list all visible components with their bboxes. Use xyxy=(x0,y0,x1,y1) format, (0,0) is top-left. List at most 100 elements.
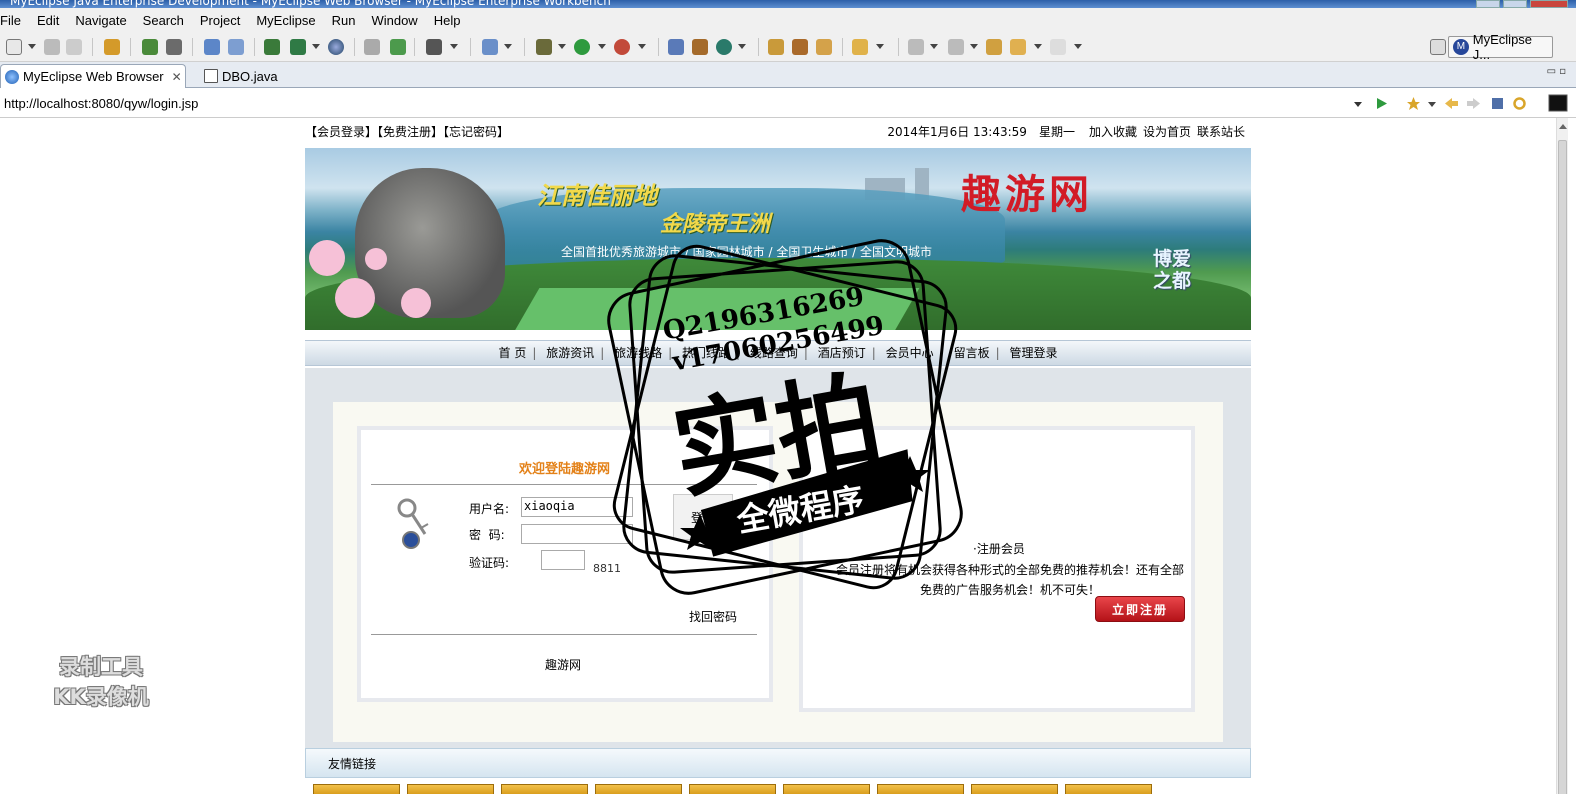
refresh-icon[interactable] xyxy=(1512,96,1527,111)
chevron-down-icon[interactable] xyxy=(598,44,606,49)
menu-search[interactable]: Search xyxy=(135,13,192,28)
open-perspective-icon[interactable] xyxy=(482,39,498,55)
nav-travel-news[interactable]: 旅游资讯 xyxy=(542,346,598,360)
tab-web-browser[interactable]: MyEclipse Web Browser ✕ xyxy=(0,64,186,88)
chevron-down-icon[interactable] xyxy=(876,44,884,49)
chevron-down-icon[interactable] xyxy=(1354,102,1362,107)
menu-file[interactable]: File xyxy=(0,13,29,28)
minimize-button[interactable] xyxy=(1476,0,1500,8)
server-icon[interactable] xyxy=(166,39,182,55)
site-top-line: 【会员登录】【免费注册】【忘记密码】 2014年1月6日 13:43:59 星期… xyxy=(305,123,1251,141)
folder-icon[interactable] xyxy=(852,39,868,55)
next-annotation-icon[interactable] xyxy=(908,39,924,55)
register-title: ·注册会员 xyxy=(973,542,1025,556)
run-icon[interactable] xyxy=(574,39,590,55)
set-homepage-link[interactable]: 设为首页 xyxy=(1143,123,1191,140)
open-type-icon[interactable] xyxy=(768,39,784,55)
forward-icon[interactable] xyxy=(1050,39,1066,55)
chevron-down-icon[interactable] xyxy=(930,44,938,49)
tab-label: DBO.java xyxy=(222,68,278,84)
chevron-down-icon[interactable] xyxy=(312,44,320,49)
stop-icon[interactable] xyxy=(1490,96,1505,111)
close-window-button[interactable] xyxy=(1530,0,1568,8)
nav-home[interactable]: 首 页 xyxy=(495,346,531,360)
back-arrow-icon[interactable] xyxy=(1444,96,1459,111)
new-class-icon[interactable] xyxy=(668,39,684,55)
toolbar-separator xyxy=(130,38,131,56)
menu-project[interactable]: Project xyxy=(192,13,248,28)
debug-icon[interactable] xyxy=(536,39,552,55)
contact-admin-link[interactable]: 联系站长 xyxy=(1197,123,1245,140)
chevron-down-icon[interactable] xyxy=(970,44,978,49)
chevron-down-icon[interactable] xyxy=(504,44,512,49)
chevron-down-icon[interactable] xyxy=(450,44,458,49)
maximize-button[interactable] xyxy=(1503,0,1527,8)
friend-link[interactable] xyxy=(877,784,964,794)
menu-myeclipse[interactable]: MyEclipse xyxy=(248,13,323,28)
prev-annotation-icon[interactable] xyxy=(948,39,964,55)
friend-link[interactable] xyxy=(689,784,776,794)
friend-link[interactable] xyxy=(783,784,870,794)
menu-edit[interactable]: Edit xyxy=(29,13,67,28)
chevron-down-icon[interactable] xyxy=(738,44,746,49)
menu-run[interactable]: Run xyxy=(324,13,364,28)
hierarchy-icon[interactable] xyxy=(264,39,280,55)
print-icon[interactable] xyxy=(66,39,82,55)
open-perspective-icon[interactable] xyxy=(1430,39,1446,55)
go-icon[interactable] xyxy=(1374,96,1389,111)
url-input[interactable]: http://localhost:8080/qyw/login.jsp xyxy=(0,93,1366,115)
java-file-icon[interactable] xyxy=(290,39,306,55)
view-controls[interactable]: ▭ ▫ xyxy=(1547,66,1566,77)
hand-icon[interactable] xyxy=(364,39,380,55)
scroll-up-icon[interactable] xyxy=(1559,124,1567,129)
friend-link[interactable] xyxy=(595,784,682,794)
deploy-icon[interactable] xyxy=(204,39,220,55)
find-password-link[interactable]: 找回密码 xyxy=(689,608,737,625)
chevron-down-icon[interactable] xyxy=(638,44,646,49)
add-icon[interactable] xyxy=(390,39,406,55)
external-tools-icon[interactable] xyxy=(614,39,630,55)
friend-link[interactable] xyxy=(1065,784,1152,794)
friend-link[interactable] xyxy=(407,784,494,794)
back-icon[interactable] xyxy=(1010,39,1026,55)
globe-icon[interactable] xyxy=(328,39,344,55)
chevron-down-icon[interactable] xyxy=(1074,44,1082,49)
new-package-icon[interactable] xyxy=(692,39,708,55)
chevron-down-icon[interactable] xyxy=(28,44,36,49)
register-now-button[interactable]: 立即注册 xyxy=(1095,596,1185,622)
tab-dbo-java[interactable]: DBO.java xyxy=(200,64,300,88)
add-favorite-link[interactable]: 加入收藏 xyxy=(1089,123,1137,140)
captcha-input[interactable] xyxy=(541,550,585,570)
perspective-switcher[interactable]: M MyEclipse J... xyxy=(1448,32,1553,62)
friend-link[interactable] xyxy=(501,784,588,794)
new-icon[interactable] xyxy=(6,39,22,55)
chevron-down-icon[interactable] xyxy=(1034,44,1042,49)
close-icon[interactable]: ✕ xyxy=(172,70,182,84)
chevron-down-icon[interactable] xyxy=(1428,102,1436,107)
favorites-icon[interactable] xyxy=(1406,96,1421,111)
forward-arrow-icon[interactable] xyxy=(1466,96,1481,111)
myeclipse-icon: M xyxy=(1453,39,1469,55)
menu-bar: File Edit Navigate Search Project MyEcli… xyxy=(0,8,1576,32)
pin-icon[interactable] xyxy=(792,39,808,55)
menu-help[interactable]: Help xyxy=(426,13,469,28)
chevron-down-icon[interactable] xyxy=(558,44,566,49)
friend-links-row xyxy=(313,784,1152,794)
save-icon[interactable] xyxy=(44,39,60,55)
undeploy-icon[interactable] xyxy=(228,39,244,55)
friend-link[interactable] xyxy=(971,784,1058,794)
nav-admin-login[interactable]: 管理登录 xyxy=(1005,346,1061,360)
friend-link[interactable] xyxy=(313,784,400,794)
vertical-scrollbar[interactable] xyxy=(1556,118,1568,794)
open-task-icon[interactable] xyxy=(816,39,832,55)
last-edit-icon[interactable] xyxy=(986,39,1002,55)
package-icon[interactable] xyxy=(104,39,120,55)
screen-icon[interactable] xyxy=(426,39,442,55)
menu-navigate[interactable]: Navigate xyxy=(67,13,134,28)
refresh-icon[interactable] xyxy=(716,39,732,55)
scrollbar-thumb[interactable] xyxy=(1558,140,1567,794)
menu-window[interactable]: Window xyxy=(363,13,425,28)
console-icon[interactable] xyxy=(1548,94,1568,112)
bug-icon[interactable] xyxy=(142,39,158,55)
member-links[interactable]: 【会员登录】【免费注册】【忘记密码】 xyxy=(305,123,509,140)
